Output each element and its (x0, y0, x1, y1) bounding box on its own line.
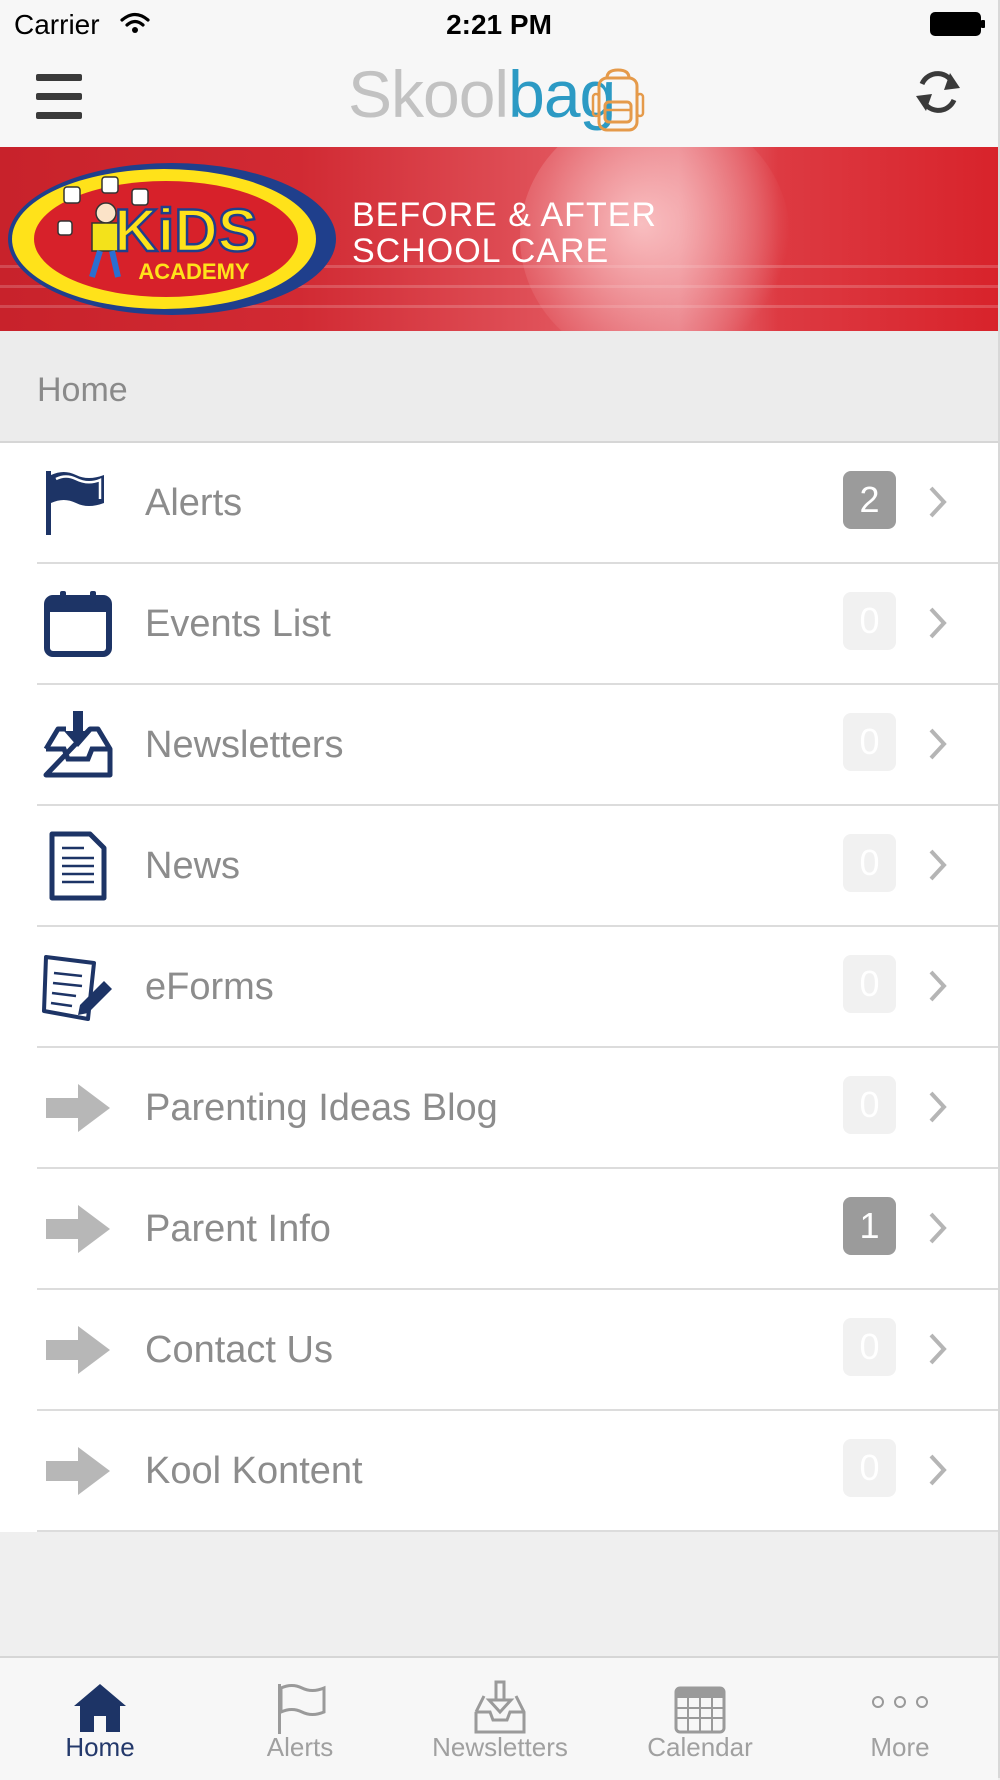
app-screen: Carrier 2:21 PM Skoolbag KiDS ACADEMY BE… (0, 0, 998, 1780)
banner-tagline: BEFORE & AFTER SCHOOL CARE (352, 197, 657, 269)
tab-bar: Home Alerts Newsletters Calendar More (0, 1656, 998, 1780)
count-badge: 0 (843, 834, 896, 892)
flag-icon (278, 1684, 326, 1734)
menu-list: Alerts 2 Events List 0 Newsletters 0 New… (0, 443, 998, 1532)
menu-item-label: Alerts (145, 482, 243, 524)
menu-item-label: News (145, 845, 241, 887)
chevron-right-icon (929, 1091, 947, 1123)
menu-item-label: Newsletters (145, 724, 344, 766)
tab-calendar[interactable]: Calendar (600, 1658, 800, 1780)
menu-item-label: eForms (145, 966, 274, 1008)
tab-home[interactable]: Home (0, 1658, 200, 1780)
tab-newsletters[interactable]: Newsletters (400, 1658, 600, 1780)
form-pen-icon (42, 955, 112, 1021)
section-header: Home (0, 331, 998, 443)
count-badge: 0 (843, 1439, 896, 1497)
arrow-right-icon (46, 1205, 110, 1253)
chevron-right-icon (929, 607, 947, 639)
menu-item-alerts[interactable]: Alerts 2 (0, 443, 998, 564)
tab-label: Home (65, 1732, 135, 1762)
menu-icon-bar (36, 74, 82, 81)
flag-icon (46, 471, 104, 535)
logo-text-skool: Skool (348, 57, 509, 131)
menu-item-label: Parenting Ideas Blog (145, 1087, 498, 1129)
menu-item-kool-kontent[interactable]: Kool Kontent 0 (0, 1411, 998, 1532)
menu-item-events-list[interactable]: Events List 0 (0, 564, 998, 685)
battery-icon (930, 12, 985, 36)
tab-more[interactable]: More (800, 1658, 1000, 1780)
chevron-right-icon (929, 1333, 947, 1365)
count-badge: 0 (843, 1076, 896, 1134)
chevron-right-icon (929, 849, 947, 881)
nav-bar: Skoolbag (0, 50, 998, 147)
menu-item-newsletters[interactable]: Newsletters 0 (0, 685, 998, 806)
refresh-icon[interactable] (910, 64, 966, 120)
academy-logo-text: ACADEMY (138, 259, 250, 284)
chevron-right-icon (929, 970, 947, 1002)
count-badge: 0 (843, 955, 896, 1013)
hamburger-menu-button[interactable] (34, 66, 86, 126)
menu-item-news[interactable]: News 0 (0, 806, 998, 927)
calendar-icon (44, 591, 112, 657)
arrow-right-icon (46, 1447, 110, 1495)
tab-label: Alerts (266, 1732, 334, 1762)
chevron-right-icon (929, 486, 947, 518)
count-badge: 0 (843, 713, 896, 771)
tab-label: Newsletters (432, 1732, 568, 1762)
row-divider (37, 1530, 998, 1532)
inbox-download-icon (43, 711, 113, 778)
count-badge: 2 (843, 471, 896, 529)
calendar-icon (674, 1686, 726, 1734)
menu-item-label: Contact Us (145, 1329, 333, 1371)
tab-label: More (870, 1732, 930, 1762)
home-icon (74, 1684, 126, 1732)
menu-item-label: Kool Kontent (145, 1450, 363, 1492)
tab-label: Calendar (647, 1732, 753, 1762)
count-badge: 0 (843, 1318, 896, 1376)
school-banner: KiDS ACADEMY BEFORE & AFTER SCHOOL CARE (0, 147, 998, 331)
menu-item-label: Events List (145, 603, 331, 645)
page-title: Home (37, 371, 128, 409)
menu-icon-bar (36, 93, 82, 100)
count-badge: 0 (843, 592, 896, 650)
menu-icon-bar (36, 112, 82, 119)
document-icon (49, 831, 107, 901)
banner-line-2: SCHOOL CARE (352, 232, 610, 270)
menu-item-parenting-ideas-blog[interactable]: Parenting Ideas Blog 0 (0, 1048, 998, 1169)
status-time: 2:21 PM (446, 9, 552, 40)
chevron-right-icon (929, 1212, 947, 1244)
status-bar: Carrier 2:21 PM (0, 0, 998, 50)
tab-alerts[interactable]: Alerts (200, 1658, 400, 1780)
kids-academy-logo: KiDS ACADEMY (8, 163, 336, 315)
arrow-right-icon (46, 1084, 110, 1132)
chevron-right-icon (929, 728, 947, 760)
menu-item-eforms[interactable]: eForms 0 (0, 927, 998, 1048)
menu-item-contact-us[interactable]: Contact Us 0 (0, 1290, 998, 1411)
menu-item-parent-info[interactable]: Parent Info 1 (0, 1169, 998, 1290)
more-dots-icon (872, 1696, 928, 1708)
backpack-icon (591, 68, 645, 132)
menu-item-label: Parent Info (145, 1208, 331, 1250)
count-badge: 1 (843, 1197, 896, 1255)
inbox-download-icon (474, 1680, 526, 1734)
chevron-right-icon (929, 1454, 947, 1486)
kids-logo-text: KiDS (114, 197, 257, 264)
arrow-right-icon (46, 1326, 110, 1374)
banner-line-1: BEFORE & AFTER (352, 196, 657, 234)
